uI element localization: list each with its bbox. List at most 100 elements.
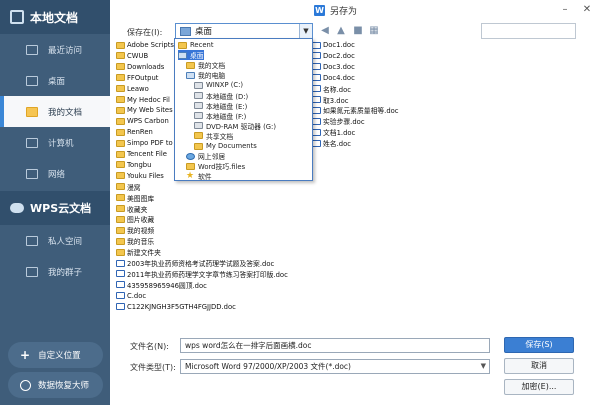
folder-icon <box>116 205 125 212</box>
dropdown-option[interactable]: Word技巧.files <box>186 161 245 171</box>
folder-list-item[interactable]: Tencent File <box>116 149 167 159</box>
file-list-item[interactable]: 姓名.doc <box>312 138 351 148</box>
dropdown-option[interactable]: 我的文档 <box>186 60 225 70</box>
up-folder-icon[interactable]: ▲ <box>334 25 348 37</box>
sidebar-item-my-documents[interactable]: 我的文档 <box>0 96 110 127</box>
folder-list-item[interactable]: Adobe Scripts <box>116 40 174 50</box>
folder-icon <box>194 132 203 140</box>
file-list-item[interactable]: 文档1.doc <box>312 127 355 137</box>
dropdown-option[interactable]: DVD-RAM 驱动器 (G:) <box>194 121 276 131</box>
dropdown-option[interactable]: My Documents <box>194 141 257 151</box>
folder-list-item[interactable]: 我的音乐 <box>116 236 154 246</box>
item-name: Tencent File <box>127 150 167 158</box>
folder-list-item[interactable]: Simpo PDF to <box>116 138 173 148</box>
cancel-button[interactable]: 取消 <box>504 358 574 374</box>
search-input[interactable] <box>481 23 576 39</box>
dropdown-option[interactable]: 网上邻居 <box>186 151 225 161</box>
dropdown-option[interactable]: 我的电脑 <box>186 70 225 80</box>
folder-list-item[interactable]: WPS Carbon <box>116 116 169 126</box>
file-list-item[interactable]: C122KJNGH3F5GTH4FGJJDD.doc <box>116 302 236 312</box>
sidebar-item-recent[interactable]: 最近访问 <box>0 34 110 65</box>
file-list-item[interactable]: Doc1.doc <box>312 40 355 50</box>
folder-list-item[interactable]: 漫窝 <box>116 182 141 192</box>
add-custom-location-button[interactable]: + 自定义位置 <box>8 342 103 368</box>
chevron-down-icon[interactable]: ▼ <box>299 24 312 38</box>
recovery-icon <box>20 379 31 391</box>
sidebar-item-my-groups[interactable]: 我的群子 <box>0 256 110 287</box>
item-name: RenRen <box>127 128 153 137</box>
user-icon <box>26 235 38 246</box>
folder-icon <box>116 172 125 180</box>
file-list-item[interactable]: Doc3.doc <box>312 62 355 72</box>
folder-list-item[interactable]: CWUB <box>116 51 148 61</box>
file-list-item[interactable]: 2011年执业药师药理学文字章节练习答案打印版.doc <box>116 269 288 279</box>
folder-icon <box>116 237 125 245</box>
cloud-icon <box>10 203 24 213</box>
folder-list-item[interactable]: Youku Files <box>116 171 164 181</box>
file-list-item[interactable]: C.doc <box>116 291 146 301</box>
word-doc-icon <box>116 259 125 267</box>
file-list-item[interactable]: 如果氮元素质量相等.doc <box>312 105 399 115</box>
filename-input[interactable]: wps word怎么在一排字后面画横.doc <box>180 338 490 353</box>
dropdown-option[interactable]: 本地磁盘 (E:) <box>194 101 247 111</box>
dropdown-option[interactable]: 本地磁盘 (D:) <box>194 91 248 101</box>
drive-icon <box>194 122 203 130</box>
item-name: Doc2.doc <box>323 51 355 60</box>
desktop-icon <box>180 26 191 36</box>
folder-list-item[interactable]: Downloads <box>116 62 164 72</box>
dropdown-option[interactable]: 共享文档 <box>194 131 233 141</box>
word-doc-icon <box>312 41 321 49</box>
plus-icon: + <box>20 348 31 362</box>
file-list-item[interactable]: 实验步骤.doc <box>312 116 365 126</box>
folder-list-item[interactable]: 图片收藏 <box>116 214 154 224</box>
star-icon: ★ <box>186 170 195 181</box>
encrypt-button[interactable]: 加密(E)... <box>504 379 574 395</box>
folder-icon <box>116 139 125 147</box>
folder-list-item[interactable]: 美图图库 <box>116 193 154 203</box>
item-name: 漫窝 <box>127 183 141 192</box>
folder-list-item[interactable]: 收藏夹 <box>116 204 147 214</box>
dropdown-option[interactable]: 本地磁盘 (F:) <box>194 111 246 121</box>
dropdown-option[interactable]: Recent <box>178 40 214 50</box>
folder-icon <box>116 161 125 169</box>
item-name: FFOutput <box>127 73 159 82</box>
sidebar-item-label: 计算机 <box>48 138 74 149</box>
file-list-item[interactable]: Doc4.doc <box>312 73 355 83</box>
file-list-item[interactable]: 名称.doc <box>312 84 351 94</box>
dropdown-option[interactable]: 桌面 <box>178 50 204 61</box>
view-menu-icon[interactable]: ▦ <box>367 25 381 37</box>
dropdown-option[interactable]: ★ 软件 <box>186 171 212 181</box>
folder-list-item[interactable]: My Web Sites <box>116 105 173 115</box>
filetype-select[interactable]: Microsoft Word 97/2000/XP/2003 文件(*.doc)… <box>180 359 490 374</box>
minimize-button[interactable]: – <box>556 2 574 18</box>
chevron-down-icon: ▼ <box>480 362 486 370</box>
file-list-item[interactable]: Doc2.doc <box>312 51 355 61</box>
file-list-item[interactable]: 取3.doc <box>312 95 349 105</box>
sidebar-item-desktop[interactable]: 桌面 <box>0 65 110 96</box>
word-doc-icon <box>116 292 125 300</box>
sidebar-item-computer[interactable]: 计算机 <box>0 127 110 158</box>
computer-icon <box>26 137 38 148</box>
folder-list-item[interactable]: 我的视频 <box>116 225 154 235</box>
dropdown-option[interactable]: WINXP (C:) <box>194 80 243 90</box>
save-in-combobox[interactable]: 桌面 ▼ <box>175 23 313 39</box>
folder-list-item[interactable]: Tongbu <box>116 160 151 170</box>
recovery-label: 数据恢复大师 <box>38 381 90 391</box>
item-name: 美图图库 <box>127 194 155 203</box>
folder-list-item[interactable]: FFOutput <box>116 73 158 83</box>
folder-list-item[interactable]: My Hedoc Fil <box>116 95 170 105</box>
sidebar-item-private-space[interactable]: 私人空间 <box>0 225 110 256</box>
data-recovery-button[interactable]: 数据恢复大师 <box>8 372 103 398</box>
file-list-item[interactable]: 435958965946圆顶.doc <box>116 280 207 290</box>
item-name: C122KJNGH3F5GTH4FGJJDD.doc <box>127 302 236 311</box>
back-icon[interactable]: ◀ <box>318 25 332 37</box>
close-button[interactable]: ✕ <box>578 2 596 18</box>
save-button[interactable]: 保存(S) <box>504 337 574 353</box>
folder-list-item[interactable]: RenRen <box>116 127 153 137</box>
network-icon <box>186 152 195 160</box>
folder-list-item[interactable]: Leawo <box>116 84 149 94</box>
sidebar-item-network[interactable]: 网络 <box>0 158 110 189</box>
file-list-item[interactable]: 2003年执业药师资格考试药理学试题及答案.doc <box>116 258 274 268</box>
folder-list-item[interactable]: 新建文件夹 <box>116 247 161 257</box>
new-folder-icon[interactable]: ■ <box>351 25 365 37</box>
